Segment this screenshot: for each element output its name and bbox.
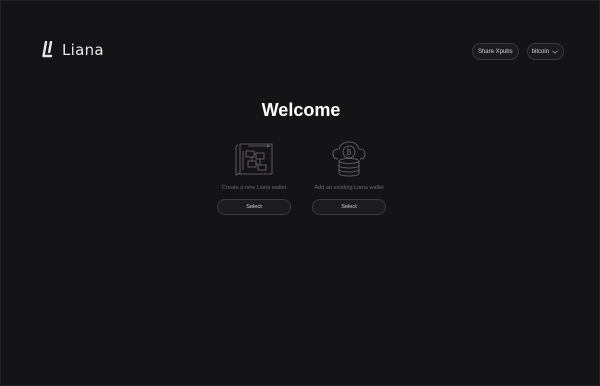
svg-text:₿: ₿ <box>346 149 351 157</box>
app-name: Liana <box>62 41 104 59</box>
database-cloud-bitcoin-icon: ₿ <box>332 141 366 177</box>
liana-logo-icon <box>42 41 53 58</box>
existing-wallet-option: ₿ Add an existing Liana wallet Select <box>302 139 396 215</box>
share-xpubs-button[interactable]: Share Xpubs <box>471 43 519 60</box>
page-title: Welcome <box>261 100 341 120</box>
liana-logo: Liana <box>42 41 104 59</box>
create-wallet-option: Create a new Liana wallet Select <box>207 139 301 215</box>
create-wallet-select-button[interactable]: Select <box>217 199 291 215</box>
blueprint-icon <box>235 143 273 176</box>
share-xpubs-label: Share Xpubs <box>477 48 513 55</box>
app-window: Liana Share Xpubs bitcoin Welcome Create… <box>0 0 600 386</box>
header-actions: Share Xpubs bitcoin <box>471 43 564 60</box>
network-select-value: bitcoin <box>531 48 549 55</box>
existing-wallet-select-button[interactable]: Select <box>312 199 386 215</box>
create-wallet-description: Create a new Liana wallet <box>221 185 287 191</box>
chevron-down-icon <box>552 50 558 54</box>
network-select[interactable]: bitcoin <box>526 43 564 60</box>
existing-wallet-description: Add an existing Liana wallet <box>314 185 384 191</box>
